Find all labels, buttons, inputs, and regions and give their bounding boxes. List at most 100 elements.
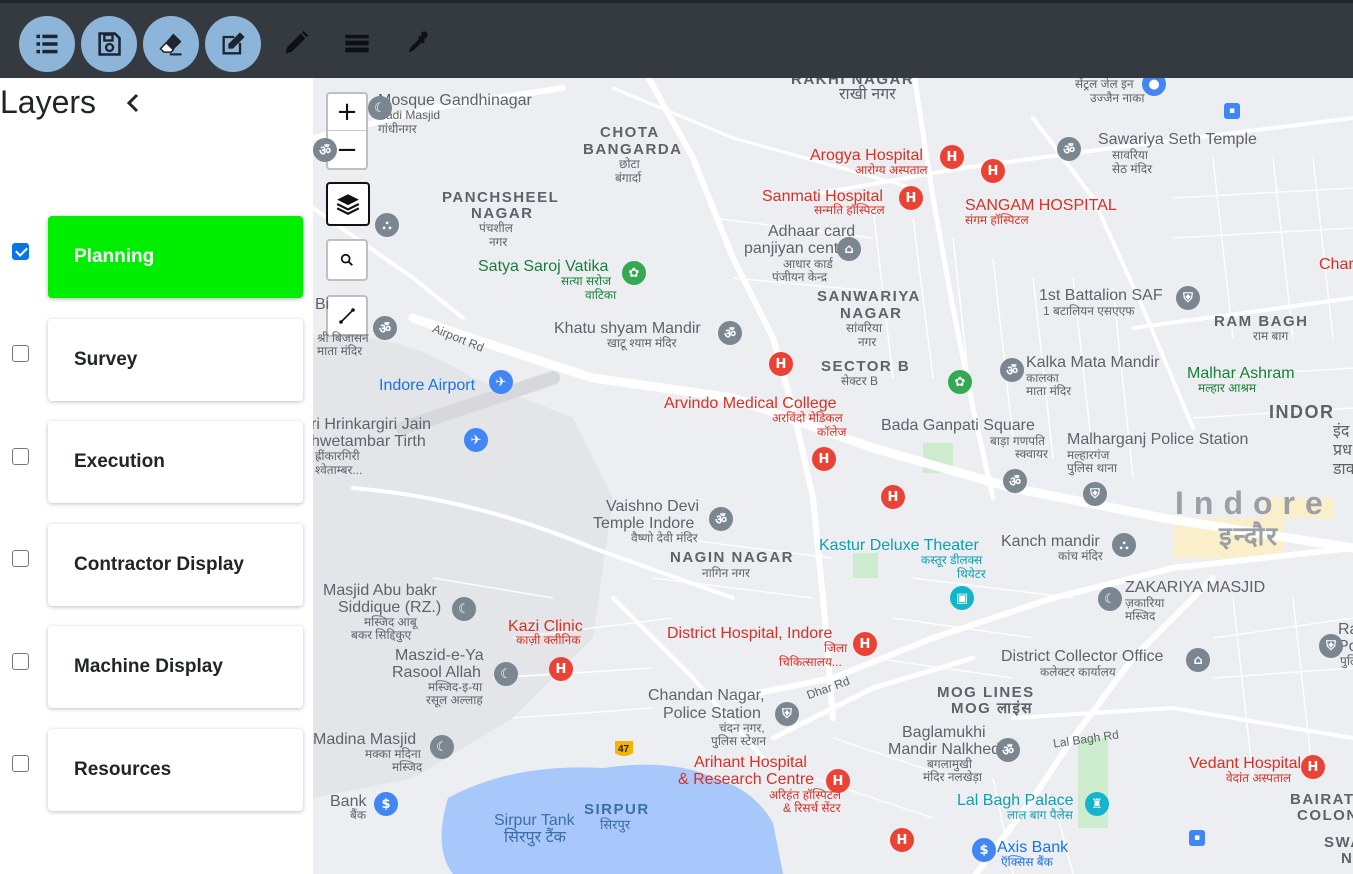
map-label: SANGAM HOSPITAL — [965, 197, 1117, 214]
map-label: लाल बाग पैलेस — [1007, 808, 1073, 822]
map-label: Satya Saroj Vatika — [478, 258, 609, 275]
hospital-icon[interactable]: H — [881, 485, 905, 509]
map-label: Bi — [315, 296, 330, 313]
layer-switcher-button[interactable] — [326, 182, 370, 226]
map-label: राखी नगर — [839, 86, 896, 103]
map-label: Vedant Hospital — [1189, 755, 1302, 772]
map-label: Mosque Gandhinagar — [378, 92, 532, 109]
eyedropper-icon — [408, 31, 428, 53]
police-icon[interactable]: ⛨ — [1083, 482, 1107, 506]
layer-card-contractor-display[interactable]: Contractor Display — [48, 524, 303, 606]
search-icon — [340, 253, 353, 266]
layer-checkbox-planning[interactable] — [12, 243, 29, 260]
bank-icon[interactable]: $ — [972, 838, 996, 862]
bus-stop-icon[interactable]: ▪ — [1224, 103, 1240, 119]
pencil-button[interactable] — [278, 25, 314, 61]
theater-icon[interactable]: ▣ — [950, 586, 974, 610]
bus-stop-icon[interactable]: ▪ — [1189, 830, 1205, 846]
zoom-in-button[interactable]: + — [328, 94, 366, 131]
edit-icon — [222, 32, 245, 55]
layer-card-planning[interactable]: Planning — [48, 216, 303, 298]
layer-checkbox-contractor-display[interactable] — [12, 550, 29, 567]
airport-icon[interactable]: ✈ — [464, 428, 488, 452]
layer-card-machine-display[interactable]: Machine Display — [48, 626, 303, 708]
save-button[interactable] — [81, 16, 137, 72]
temple-icon[interactable]: ॐ — [996, 738, 1020, 762]
map-label: मस्जिद — [392, 760, 423, 774]
palace-icon[interactable]: ♜ — [1085, 792, 1109, 816]
map-label: छोटा — [619, 157, 640, 171]
temple-icon[interactable]: ॐ — [1000, 358, 1024, 382]
police-icon[interactable]: ⛨ — [775, 702, 799, 726]
temple-icon[interactable]: ⛬ — [375, 213, 399, 237]
map-label: सेंट्रल जेल इन — [1075, 78, 1134, 91]
temple-icon[interactable]: ॐ — [373, 316, 397, 340]
temple-icon[interactable]: ⛬ — [1112, 533, 1136, 557]
map-label: Madina Masjid — [313, 731, 417, 748]
temple-icon[interactable]: ॐ — [313, 138, 337, 162]
hospital-icon[interactable]: H — [890, 828, 914, 852]
edit-button[interactable] — [205, 16, 261, 72]
map-search-button[interactable] — [326, 239, 368, 281]
mosque-icon[interactable]: ☾ — [452, 597, 476, 621]
police-icon[interactable]: ⛨ — [1319, 634, 1343, 658]
map-label: Arogya Hospital — [810, 147, 923, 164]
hospital-icon[interactable]: H — [899, 186, 923, 210]
mosque-icon[interactable]: ☾ — [368, 96, 392, 120]
collapse-sidebar-button[interactable] — [122, 90, 144, 116]
hospital-icon[interactable]: H — [812, 447, 836, 471]
layer-card-execution[interactable]: Execution — [48, 421, 303, 503]
map-label: NAGIN NAGAR — [670, 549, 794, 566]
map-label: ह्रींकारगिरी — [315, 449, 360, 463]
mosque-icon[interactable]: ☾ — [494, 662, 518, 686]
airport-icon[interactable]: ✈ — [489, 370, 513, 394]
layer-checkbox-machine-display[interactable] — [12, 653, 29, 670]
government-building-icon[interactable]: ⌂ — [1186, 648, 1210, 672]
map-label: वेदांत अस्पताल — [1226, 771, 1292, 785]
hospital-icon[interactable]: H — [826, 769, 850, 793]
layers-stack-button[interactable] — [339, 25, 375, 61]
map-label: Kalka Mata Mandir — [1026, 354, 1160, 371]
layer-card-resources[interactable]: Resources — [48, 729, 303, 811]
layer-checkbox-survey[interactable] — [12, 345, 29, 362]
bank-icon[interactable]: $ — [374, 792, 398, 816]
layer-checkbox-execution[interactable] — [12, 448, 29, 465]
map-label: Chandan Nagar, — [648, 687, 765, 704]
map-label: नागिन नगर — [702, 566, 750, 580]
hospital-icon[interactable]: H — [769, 352, 793, 376]
map-label: पुलि — [1340, 654, 1353, 668]
map-label: कलेक्टर कार्यालय — [1040, 665, 1116, 679]
map-label: Sawariya Seth Temple — [1098, 131, 1257, 148]
map-label: Rasool Allah — [392, 664, 481, 681]
layer-checkbox-resources[interactable] — [12, 755, 29, 772]
map-label: बैंक — [350, 808, 367, 822]
hospital-icon[interactable]: H — [1301, 755, 1325, 779]
map-view[interactable]: + − RAKHI NAGAR राखी नगर Mosque Gandhina… — [313, 78, 1353, 874]
map-label: Kanch mandir — [1001, 533, 1100, 550]
map-label: उज्जैन नाका — [1090, 91, 1145, 105]
hospital-icon[interactable]: H — [981, 159, 1005, 183]
mosque-icon[interactable]: ☾ — [1098, 587, 1122, 611]
map-label: ri Hrinkargiri Jain — [313, 416, 432, 433]
layer-card-survey[interactable]: Survey — [48, 319, 303, 401]
mosque-icon[interactable]: ☾ — [430, 735, 454, 759]
temple-icon[interactable]: ॐ — [1057, 137, 1081, 161]
eyedropper-button[interactable] — [400, 25, 436, 61]
park-icon[interactable]: ✿ — [948, 370, 972, 394]
map-label: चिकित्सालय... — [779, 655, 842, 669]
park-icon[interactable]: ✿ — [622, 261, 646, 285]
temple-icon[interactable]: ॐ — [709, 507, 733, 531]
temple-icon[interactable]: ॐ — [718, 321, 742, 345]
temple-icon[interactable]: ॐ — [1003, 469, 1027, 493]
map-label: सांवरिया — [846, 321, 882, 335]
government-building-icon[interactable]: ⌂ — [837, 237, 861, 261]
hospital-icon[interactable]: H — [549, 657, 573, 681]
list-button[interactable] — [19, 16, 75, 72]
map-label: Mandir Nalkheda — [888, 741, 1009, 758]
highway-shield-label: 47 — [618, 744, 630, 755]
hospital-icon[interactable]: H — [940, 145, 964, 169]
eraser-button[interactable] — [143, 16, 199, 72]
hospital-icon[interactable]: H — [853, 632, 877, 656]
map-label: पुलिस स्टेशन — [711, 734, 767, 748]
police-icon[interactable]: ⛨ — [1176, 286, 1200, 310]
